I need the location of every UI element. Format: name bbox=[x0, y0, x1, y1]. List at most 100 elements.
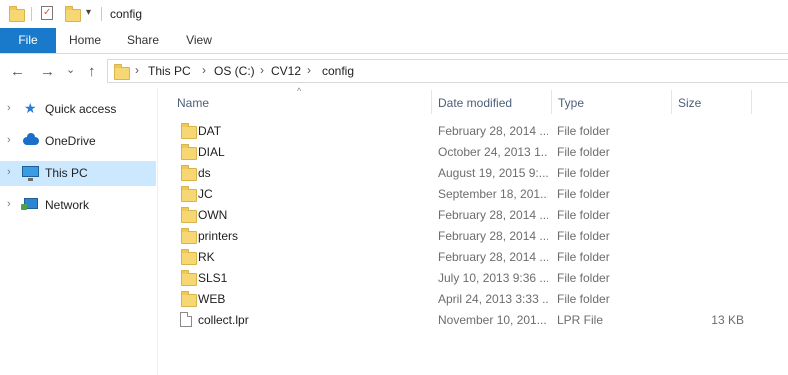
up-arrow-icon[interactable]: ↑ bbox=[88, 63, 96, 80]
file-name: DIAL bbox=[198, 145, 225, 159]
file-date: November 10, 201... bbox=[438, 313, 547, 327]
sort-indicator-icon: ^ bbox=[297, 86, 302, 96]
breadcrumb-cv12[interactable]: CV12 bbox=[271, 64, 301, 78]
folder-icon bbox=[9, 6, 25, 22]
address-bar[interactable]: › This PC › OS (C:) › CV12 › config bbox=[107, 59, 788, 83]
folder-icon bbox=[181, 249, 197, 265]
folder-icon bbox=[181, 291, 197, 307]
file-date: February 28, 2014 ... bbox=[438, 229, 548, 243]
file-date: August 19, 2015 9:... bbox=[438, 166, 548, 180]
folder-icon bbox=[181, 123, 197, 139]
expand-icon[interactable]: › bbox=[7, 134, 11, 146]
file-type: File folder bbox=[557, 229, 610, 243]
file-date: October 24, 2013 1... bbox=[438, 145, 548, 159]
tab-file[interactable]: File bbox=[0, 28, 56, 53]
back-arrow-icon[interactable]: ← bbox=[10, 63, 25, 80]
file-type: File folder bbox=[557, 250, 610, 264]
expand-icon[interactable]: › bbox=[7, 102, 11, 114]
folder-icon bbox=[181, 186, 197, 202]
list-item[interactable]: OWN February 28, 2014 ... File folder bbox=[170, 205, 750, 226]
list-item[interactable]: WEB April 24, 2013 3:33 ... File folder bbox=[170, 289, 750, 310]
folder-icon bbox=[114, 64, 130, 80]
column-divider[interactable] bbox=[551, 90, 552, 114]
file-date: February 28, 2014 ... bbox=[438, 124, 548, 138]
chevron-right-icon: › bbox=[135, 63, 139, 77]
breadcrumb-os-c[interactable]: OS (C:) bbox=[214, 64, 255, 78]
breadcrumb-this-pc[interactable]: This PC bbox=[148, 64, 191, 78]
expand-icon[interactable]: › bbox=[7, 166, 11, 178]
chevron-right-icon[interactable]: › bbox=[307, 63, 311, 77]
list-item[interactable]: SLS1 July 10, 2013 9:36 ... File folder bbox=[170, 268, 750, 289]
tab-view[interactable]: View bbox=[176, 28, 222, 53]
nav-item-onedrive[interactable]: › OneDrive bbox=[0, 129, 156, 154]
breadcrumb-config[interactable]: config bbox=[322, 64, 354, 78]
divider bbox=[31, 7, 32, 21]
file-date: February 28, 2014 ... bbox=[438, 250, 548, 264]
file-type: File folder bbox=[557, 208, 610, 222]
new-folder-icon[interactable] bbox=[65, 6, 81, 22]
file-type: File folder bbox=[557, 145, 610, 159]
nav-item-label: OneDrive bbox=[45, 134, 96, 148]
file-name: ds bbox=[198, 166, 211, 180]
file-date: July 10, 2013 9:36 ... bbox=[438, 271, 548, 285]
file-name: RK bbox=[198, 250, 215, 264]
file-date: April 24, 2013 3:33 ... bbox=[438, 292, 548, 306]
chevron-down-icon[interactable]: ▾ bbox=[86, 7, 91, 18]
file-name: SLS1 bbox=[198, 271, 228, 285]
file-name: DAT bbox=[198, 124, 222, 138]
tab-share[interactable]: Share bbox=[120, 28, 166, 53]
folder-icon bbox=[181, 144, 197, 160]
file-type: File folder bbox=[557, 124, 610, 138]
list-item[interactable]: printers February 28, 2014 ... File fold… bbox=[170, 226, 750, 247]
file-name: OWN bbox=[198, 208, 228, 222]
tab-home[interactable]: Home bbox=[62, 28, 108, 53]
forward-arrow-icon[interactable]: → bbox=[40, 63, 55, 80]
network-icon bbox=[21, 198, 38, 210]
column-divider[interactable] bbox=[431, 90, 432, 114]
nav-item-label: This PC bbox=[45, 166, 88, 180]
file-date: February 28, 2014 ... bbox=[438, 208, 548, 222]
file-name: collect.lpr bbox=[198, 313, 249, 327]
list-item[interactable]: DIAL October 24, 2013 1... File folder bbox=[170, 142, 750, 163]
file-type: File folder bbox=[557, 271, 610, 285]
chevron-right-icon[interactable]: › bbox=[260, 63, 264, 77]
window-title: config bbox=[110, 7, 143, 21]
chevron-right-icon[interactable]: › bbox=[202, 63, 206, 77]
folder-icon bbox=[181, 207, 197, 223]
list-item[interactable]: JC September 18, 201... File folder bbox=[170, 184, 750, 205]
file-name: WEB bbox=[198, 292, 226, 306]
list-item[interactable]: collect.lpr November 10, 201... LPR File… bbox=[170, 310, 750, 331]
document-icon bbox=[180, 312, 192, 327]
column-header-size[interactable]: Size bbox=[678, 94, 701, 114]
nav-item-label: Quick access bbox=[45, 102, 117, 116]
file-size: 13 KB bbox=[711, 313, 744, 327]
column-divider[interactable] bbox=[751, 90, 752, 114]
nav-item-this-pc[interactable]: › This PC bbox=[0, 161, 156, 186]
folder-icon bbox=[181, 228, 197, 244]
properties-icon[interactable]: ✓ bbox=[41, 6, 53, 20]
file-type: File folder bbox=[557, 292, 610, 306]
file-name: printers bbox=[198, 229, 239, 243]
folder-icon bbox=[181, 270, 197, 286]
pane-divider[interactable] bbox=[157, 88, 158, 375]
list-item[interactable]: DAT February 28, 2014 ... File folder bbox=[170, 121, 750, 142]
column-header-date[interactable]: Date modified bbox=[438, 94, 512, 114]
nav-item-quick-access[interactable]: › ★ Quick access bbox=[0, 97, 156, 122]
recent-locations-icon[interactable]: ⌄ bbox=[66, 63, 75, 76]
computer-icon bbox=[22, 166, 39, 181]
cloud-icon bbox=[23, 133, 39, 145]
nav-item-label: Network bbox=[45, 198, 90, 212]
column-divider[interactable] bbox=[671, 90, 672, 114]
file-type: File folder bbox=[557, 187, 610, 201]
column-header-type[interactable]: Type bbox=[558, 94, 584, 114]
nav-item-network[interactable]: › Network bbox=[0, 193, 156, 218]
star-icon: ★ bbox=[24, 100, 37, 116]
column-header-name[interactable]: Name bbox=[177, 94, 209, 114]
file-name: JC bbox=[198, 187, 213, 201]
file-type: LPR File bbox=[557, 313, 604, 327]
expand-icon[interactable]: › bbox=[7, 198, 11, 210]
folder-icon bbox=[181, 165, 197, 181]
divider bbox=[101, 7, 102, 21]
list-item[interactable]: ds August 19, 2015 9:... File folder bbox=[170, 163, 750, 184]
list-item[interactable]: RK February 28, 2014 ... File folder bbox=[170, 247, 750, 268]
